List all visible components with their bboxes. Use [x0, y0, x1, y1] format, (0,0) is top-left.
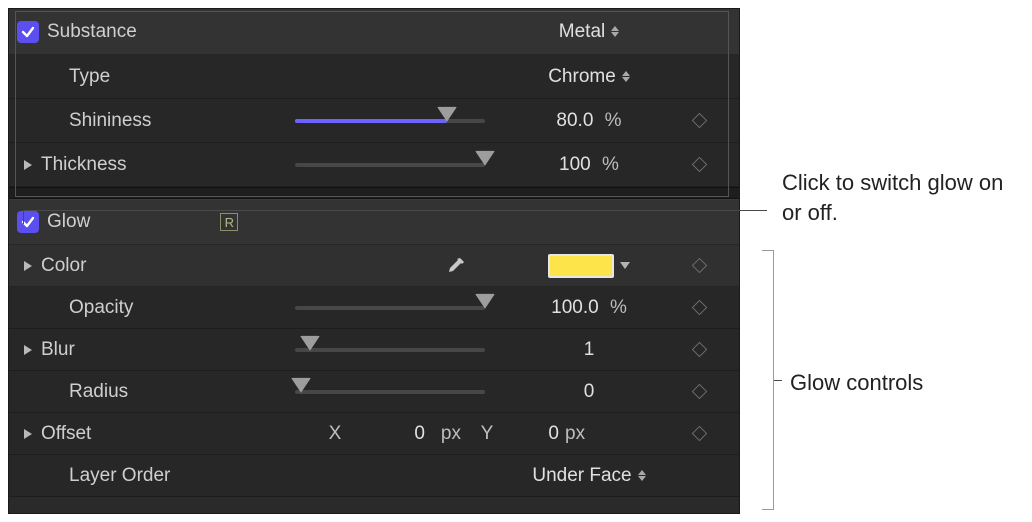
substance-type-row: Type Chrome: [9, 55, 739, 99]
glow-offset-y-field[interactable]: Y: [477, 423, 497, 445]
substance-group: Substance Metal Type Chrome Shininess: [9, 9, 739, 199]
keyframe-diamond-icon[interactable]: [691, 157, 707, 173]
glow-offset-y-value: 0: [509, 423, 559, 445]
substance-checkbox[interactable]: [17, 21, 39, 43]
keyframe-diamond-icon[interactable]: [691, 384, 707, 400]
popup-caret-icon: [611, 26, 619, 37]
glow-layerorder-value: Under Face: [532, 465, 631, 487]
glow-offset-x-axis: X: [325, 423, 345, 445]
glow-blur-value-field[interactable]: 1: [509, 339, 669, 361]
disclosure-triangle-icon[interactable]: [21, 427, 35, 441]
thickness-row: Thickness 100 %: [9, 143, 739, 187]
callout-bracket: [762, 250, 774, 510]
shininess-value-field[interactable]: 80.0 %: [509, 110, 669, 132]
popup-caret-icon: [622, 71, 630, 82]
disclosure-triangle-icon[interactable]: [21, 158, 35, 172]
glow-radius-value: 0: [584, 381, 595, 402]
chevron-down-icon: [620, 262, 630, 269]
thickness-unit: %: [602, 154, 619, 175]
glow-blur-label: Blur: [41, 339, 75, 361]
glow-radius-value-field[interactable]: 0: [509, 381, 669, 403]
disclosure-triangle-icon[interactable]: [21, 343, 35, 357]
substance-type-popup[interactable]: Chrome: [509, 66, 669, 88]
shininess-label: Shininess: [69, 110, 151, 132]
glow-opacity-slider[interactable]: [295, 299, 485, 317]
reset-badge[interactable]: R: [220, 213, 238, 231]
callout-leader: [23, 210, 24, 224]
glow-label: Glow: [47, 211, 90, 233]
color-swatch: [548, 254, 614, 278]
glow-offset-row: Offset X 0 px Y 0 px: [9, 413, 739, 455]
shininess-slider[interactable]: [295, 112, 485, 130]
glow-radius-row: Radius 0: [9, 371, 739, 413]
glow-group: Glow R Color Opacit: [9, 199, 739, 497]
glow-layerorder-popup[interactable]: Under Face: [509, 465, 669, 487]
substance-type-value: Chrome: [548, 66, 616, 88]
inspector-panel: Substance Metal Type Chrome Shininess: [8, 8, 740, 514]
keyframe-diamond-icon[interactable]: [691, 342, 707, 358]
glow-offset-x-unit: px: [441, 423, 461, 445]
glow-color-label: Color: [41, 255, 86, 277]
callout-leader: [23, 210, 767, 211]
shininess-value: 80.0: [556, 110, 593, 131]
glow-opacity-value-field[interactable]: 100.0 %: [509, 297, 669, 319]
glow-layerorder-row: Layer Order Under Face: [9, 455, 739, 497]
thickness-slider[interactable]: [295, 156, 485, 174]
substance-value: Metal: [559, 21, 605, 43]
glow-opacity-value: 100.0: [551, 297, 599, 318]
glow-blur-row: Blur 1: [9, 329, 739, 371]
thickness-value: 100: [559, 154, 591, 175]
disclosure-triangle-icon[interactable]: [21, 259, 35, 273]
glow-offset-y-unit: px: [565, 423, 585, 445]
eyedropper-icon[interactable]: [445, 255, 467, 277]
glow-radius-label: Radius: [69, 381, 128, 403]
thickness-label: Thickness: [41, 154, 127, 176]
glow-blur-slider[interactable]: [295, 341, 485, 359]
shininess-row: Shininess 80.0 %: [9, 99, 739, 143]
substance-type-label: Type: [69, 66, 110, 88]
keyframe-diamond-icon[interactable]: [691, 426, 707, 442]
glow-offset-x-field[interactable]: X 0 px: [325, 423, 461, 445]
glow-offset-x-value: 0: [355, 423, 425, 445]
callout-controls: Glow controls: [790, 368, 923, 398]
glow-blur-value: 1: [584, 339, 595, 360]
glow-opacity-label: Opacity: [69, 297, 133, 319]
thickness-value-field[interactable]: 100 %: [509, 154, 669, 176]
glow-opacity-unit: %: [610, 297, 627, 318]
glow-radius-slider[interactable]: [295, 383, 485, 401]
callout-leader: [774, 380, 782, 381]
keyframe-diamond-icon[interactable]: [691, 300, 707, 316]
shininess-unit: %: [605, 110, 622, 131]
glow-opacity-row: Opacity 100.0 %: [9, 287, 739, 329]
keyframe-diamond-icon[interactable]: [691, 113, 707, 129]
glow-row: Glow R: [9, 199, 739, 245]
substance-popup[interactable]: Metal: [509, 21, 669, 43]
glow-layerorder-label: Layer Order: [69, 465, 170, 487]
glow-offset-y-axis: Y: [477, 423, 497, 445]
glow-color-swatch[interactable]: [548, 254, 630, 278]
glow-color-row: Color: [9, 245, 739, 287]
popup-caret-icon: [638, 470, 646, 481]
callout-toggle: Click to switch glow on or off.: [782, 168, 1012, 227]
glow-checkbox[interactable]: [17, 211, 39, 233]
substance-label: Substance: [47, 21, 137, 43]
glow-offset-label: Offset: [41, 423, 91, 445]
substance-row: Substance Metal: [9, 9, 739, 55]
keyframe-diamond-icon[interactable]: [691, 258, 707, 274]
